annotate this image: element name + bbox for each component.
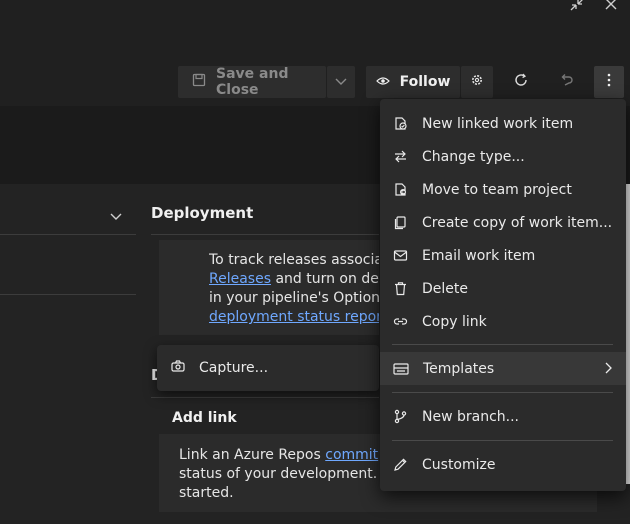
development-text-line-1: Link an Azure Repos commit, pul	[179, 446, 379, 465]
more-vertical-icon	[607, 73, 611, 91]
deployment-status-reporting-link[interactable]: deployment status reporting	[209, 309, 379, 325]
divider	[151, 234, 379, 235]
divider	[0, 294, 136, 295]
menu-item-label: Create copy of work item...	[422, 214, 613, 231]
gear-icon	[470, 73, 484, 91]
menu-item-label: Change type...	[422, 148, 525, 165]
more-actions-button[interactable]	[594, 66, 624, 98]
menu-item-label: New branch...	[422, 408, 520, 425]
deployment-text-line-1: To track releases associated	[209, 252, 379, 268]
menu-item-customize[interactable]: Customize	[380, 448, 626, 481]
close-icon[interactable]	[604, 0, 618, 15]
deployment-text-line-2: Releases and turn on deploy	[209, 270, 379, 289]
menu-item-create-copy[interactable]: Create copy of work item...	[380, 206, 626, 239]
menu-item-label: New linked work item	[422, 115, 574, 132]
menu-separator	[392, 344, 613, 345]
pencil-icon	[394, 458, 407, 471]
change-type-icon	[395, 150, 406, 163]
templates-icon	[393, 362, 409, 375]
capture-menu-item[interactable]: Capture...	[157, 345, 379, 391]
deployment-text-line-3: in your pipeline's Options m	[209, 290, 379, 306]
chevron-down-icon[interactable]	[110, 209, 122, 225]
refresh-icon	[514, 73, 528, 91]
undo-button[interactable]	[551, 66, 581, 98]
scrollbar[interactable]	[626, 184, 630, 484]
menu-item-label: Move to team project	[422, 181, 572, 198]
menu-separator	[392, 392, 613, 393]
add-link-button[interactable]: Add link	[172, 410, 237, 426]
save-and-close-label: Save and Close	[216, 66, 289, 98]
menu-item-label: Copy link	[422, 313, 487, 330]
new-linked-item-icon	[395, 117, 407, 130]
development-text-line-2: status of your development. You	[179, 466, 379, 482]
save-options-dropdown[interactable]	[327, 66, 355, 98]
capture-label: Capture...	[199, 360, 269, 376]
menu-item-delete[interactable]: Delete	[380, 272, 626, 305]
more-actions-menu: New linked work item Change type... Move…	[380, 99, 626, 491]
branch-icon	[394, 409, 407, 424]
link-icon	[393, 318, 408, 325]
commit-link[interactable]: commit	[325, 447, 378, 463]
menu-item-templates[interactable]: Templates	[380, 352, 626, 385]
deployment-text-line-2-rest: and turn on deploy	[275, 271, 379, 287]
eye-icon	[375, 74, 390, 90]
menu-item-copy-link[interactable]: Copy link	[380, 305, 626, 338]
divider	[0, 234, 136, 235]
save-icon	[192, 73, 206, 91]
chevron-down-icon	[335, 74, 347, 90]
email-icon	[393, 250, 408, 261]
follow-label: Follow	[399, 74, 451, 90]
menu-item-new-linked-work-item[interactable]: New linked work item	[380, 107, 626, 140]
divider	[151, 397, 379, 398]
follow-settings-button[interactable]	[461, 66, 493, 98]
menu-item-label: Templates	[423, 360, 495, 377]
menu-item-change-type[interactable]: Change type...	[380, 140, 626, 173]
deployment-section-title: Deployment	[151, 204, 254, 222]
menu-item-email-work-item[interactable]: Email work item	[380, 239, 626, 272]
chevron-right-icon	[605, 362, 612, 378]
camera-icon	[171, 360, 185, 376]
development-text-line-3: started.	[179, 485, 234, 501]
deployment-status-link-line: deployment status reporting	[209, 308, 379, 327]
menu-item-label: Customize	[422, 456, 496, 473]
menu-separator	[392, 440, 613, 441]
delete-icon	[395, 282, 406, 296]
link-separator: ,	[378, 447, 379, 463]
development-text-prefix: Link an Azure Repos	[179, 447, 326, 463]
menu-item-move-to-team-project[interactable]: Move to team project	[380, 173, 626, 206]
follow-button[interactable]: Follow	[366, 66, 460, 98]
menu-item-label: Delete	[422, 280, 468, 297]
menu-item-label: Email work item	[422, 247, 536, 264]
save-and-close-button[interactable]: Save and Close	[178, 66, 326, 98]
undo-icon	[559, 73, 573, 91]
move-project-icon	[395, 183, 406, 196]
copy-item-icon	[394, 216, 406, 230]
menu-item-new-branch[interactable]: New branch...	[380, 400, 626, 433]
refresh-button[interactable]	[506, 66, 536, 98]
releases-link[interactable]: Releases	[209, 271, 271, 287]
collapse-arrows-icon[interactable]	[569, 0, 585, 15]
